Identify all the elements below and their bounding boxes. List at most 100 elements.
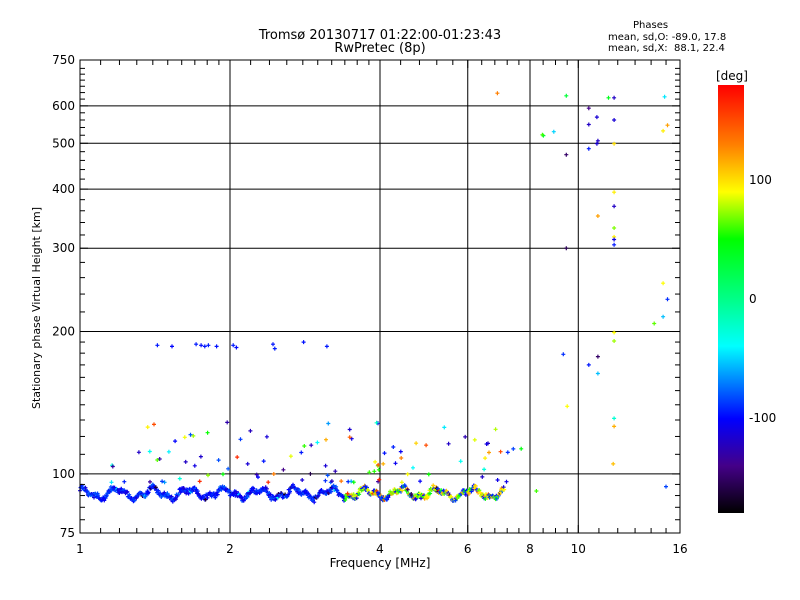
scatter-point — [487, 450, 491, 455]
scatter-point — [166, 449, 171, 454]
scatter-point — [391, 445, 396, 449]
scatter-point — [197, 479, 202, 484]
colorbar — [718, 85, 744, 513]
scatter-point — [612, 424, 617, 429]
scatter-point — [326, 421, 331, 426]
scatter-point — [483, 456, 488, 461]
scatter-point — [414, 441, 419, 446]
scatter-point — [271, 472, 276, 476]
stats-line-o: mean, sd,O: -89.0, 17.8 — [608, 32, 726, 43]
scatter-point — [399, 480, 404, 485]
scatter-point — [612, 242, 617, 247]
scatter-point — [192, 463, 197, 468]
colorbar-layer: 100 0 -100 — [718, 85, 776, 513]
scatter-point — [534, 489, 539, 493]
colorbar-label: [deg] — [716, 69, 748, 83]
x-tick-label: 16 — [672, 542, 687, 556]
scatter-point — [612, 95, 617, 100]
y-tick-label: 100 — [52, 467, 75, 481]
scatter-point — [564, 246, 569, 251]
scatter-point — [216, 458, 221, 463]
stats-line-x: mean, sd,X: 88.1, 22.4 — [608, 43, 725, 54]
scatter-point — [347, 427, 352, 432]
scatter-point — [272, 346, 277, 351]
scatter-point — [147, 449, 152, 454]
scatter-point — [109, 480, 114, 485]
scatter-point — [595, 214, 600, 218]
scatter-point — [266, 480, 271, 485]
scatter-point — [595, 371, 600, 376]
scatter-point — [405, 472, 410, 477]
scatter-point — [148, 479, 152, 484]
scatter-point — [238, 437, 243, 442]
scatter-point — [612, 204, 617, 209]
scatter-point — [381, 461, 386, 466]
scatter-point — [271, 342, 275, 347]
scatter-point — [398, 449, 403, 454]
scatter-point — [198, 454, 203, 459]
scatter-point — [612, 339, 617, 343]
y-tick-label: 500 — [52, 136, 75, 150]
scatter-point — [315, 440, 320, 445]
colorbar-tick-label: -100 — [749, 411, 776, 425]
y-tick-label: 400 — [52, 182, 75, 196]
scatter-point — [155, 343, 160, 348]
scatter-point — [324, 344, 329, 349]
scatter-point — [505, 450, 510, 455]
scatter-point — [214, 344, 219, 349]
scatter-point — [199, 343, 204, 348]
scatter-point — [612, 141, 617, 146]
scatter-point — [372, 469, 377, 474]
scatter-point — [339, 479, 344, 484]
scatter-point — [170, 344, 174, 349]
y-tick-label: 750 — [52, 53, 75, 67]
scatter-point — [333, 469, 338, 474]
scatter-point — [586, 362, 591, 367]
scatter-point — [309, 443, 314, 448]
y-tick-label: 200 — [52, 325, 75, 339]
scatter-point — [323, 463, 328, 468]
scatter-point — [594, 115, 599, 120]
scatter-point — [561, 352, 566, 357]
scatter-point — [446, 441, 451, 446]
scatter-point — [586, 122, 591, 127]
x-tick-label: 8 — [526, 542, 534, 556]
scatter-point — [136, 450, 141, 455]
scatter-point — [458, 459, 463, 464]
scatter-point — [482, 467, 487, 472]
scatter-point — [463, 434, 468, 439]
scatter-point — [661, 314, 666, 319]
scatter-point — [300, 478, 305, 482]
scatter-point — [308, 471, 313, 476]
x-axis-label: Frequency [MHz] — [330, 556, 431, 570]
scatter-layer — [78, 91, 670, 505]
scatter-point — [205, 430, 210, 435]
scatter-point — [504, 479, 509, 484]
scatter-point — [652, 321, 657, 326]
scatter-point — [299, 450, 304, 455]
scatter-point — [442, 425, 447, 430]
ionogram-plot-canvas: 1 2 4 6 8 10 16 75 100 200 300 400 500 600 750 100 0 -10… — [30, 20, 776, 570]
stats-header: Phases — [633, 20, 668, 31]
scatter-point — [612, 190, 617, 195]
scatter-point — [234, 345, 239, 350]
scatter-point — [324, 437, 328, 442]
scatter-point — [393, 461, 398, 466]
x-tick-label: 4 — [376, 542, 384, 556]
scatter-point — [472, 437, 477, 442]
scatter-point — [302, 444, 307, 448]
scatter-point — [183, 459, 188, 464]
y-tick-label: 600 — [52, 99, 75, 113]
scatter-point — [612, 118, 617, 122]
colorbar-tick-label: 0 — [749, 292, 757, 306]
scatter-point — [595, 354, 600, 359]
scatter-point — [264, 434, 269, 439]
scatter-point — [661, 281, 666, 286]
scatter-point — [495, 91, 500, 96]
axes-frame-layer: 1 2 4 6 8 10 16 75 100 200 300 400 500 600 750 — [52, 53, 688, 556]
scatter-point — [551, 129, 556, 134]
scatter-point — [612, 226, 617, 230]
scatter-point — [662, 94, 667, 99]
scatter-point — [424, 443, 429, 448]
scatter-point — [225, 420, 230, 425]
